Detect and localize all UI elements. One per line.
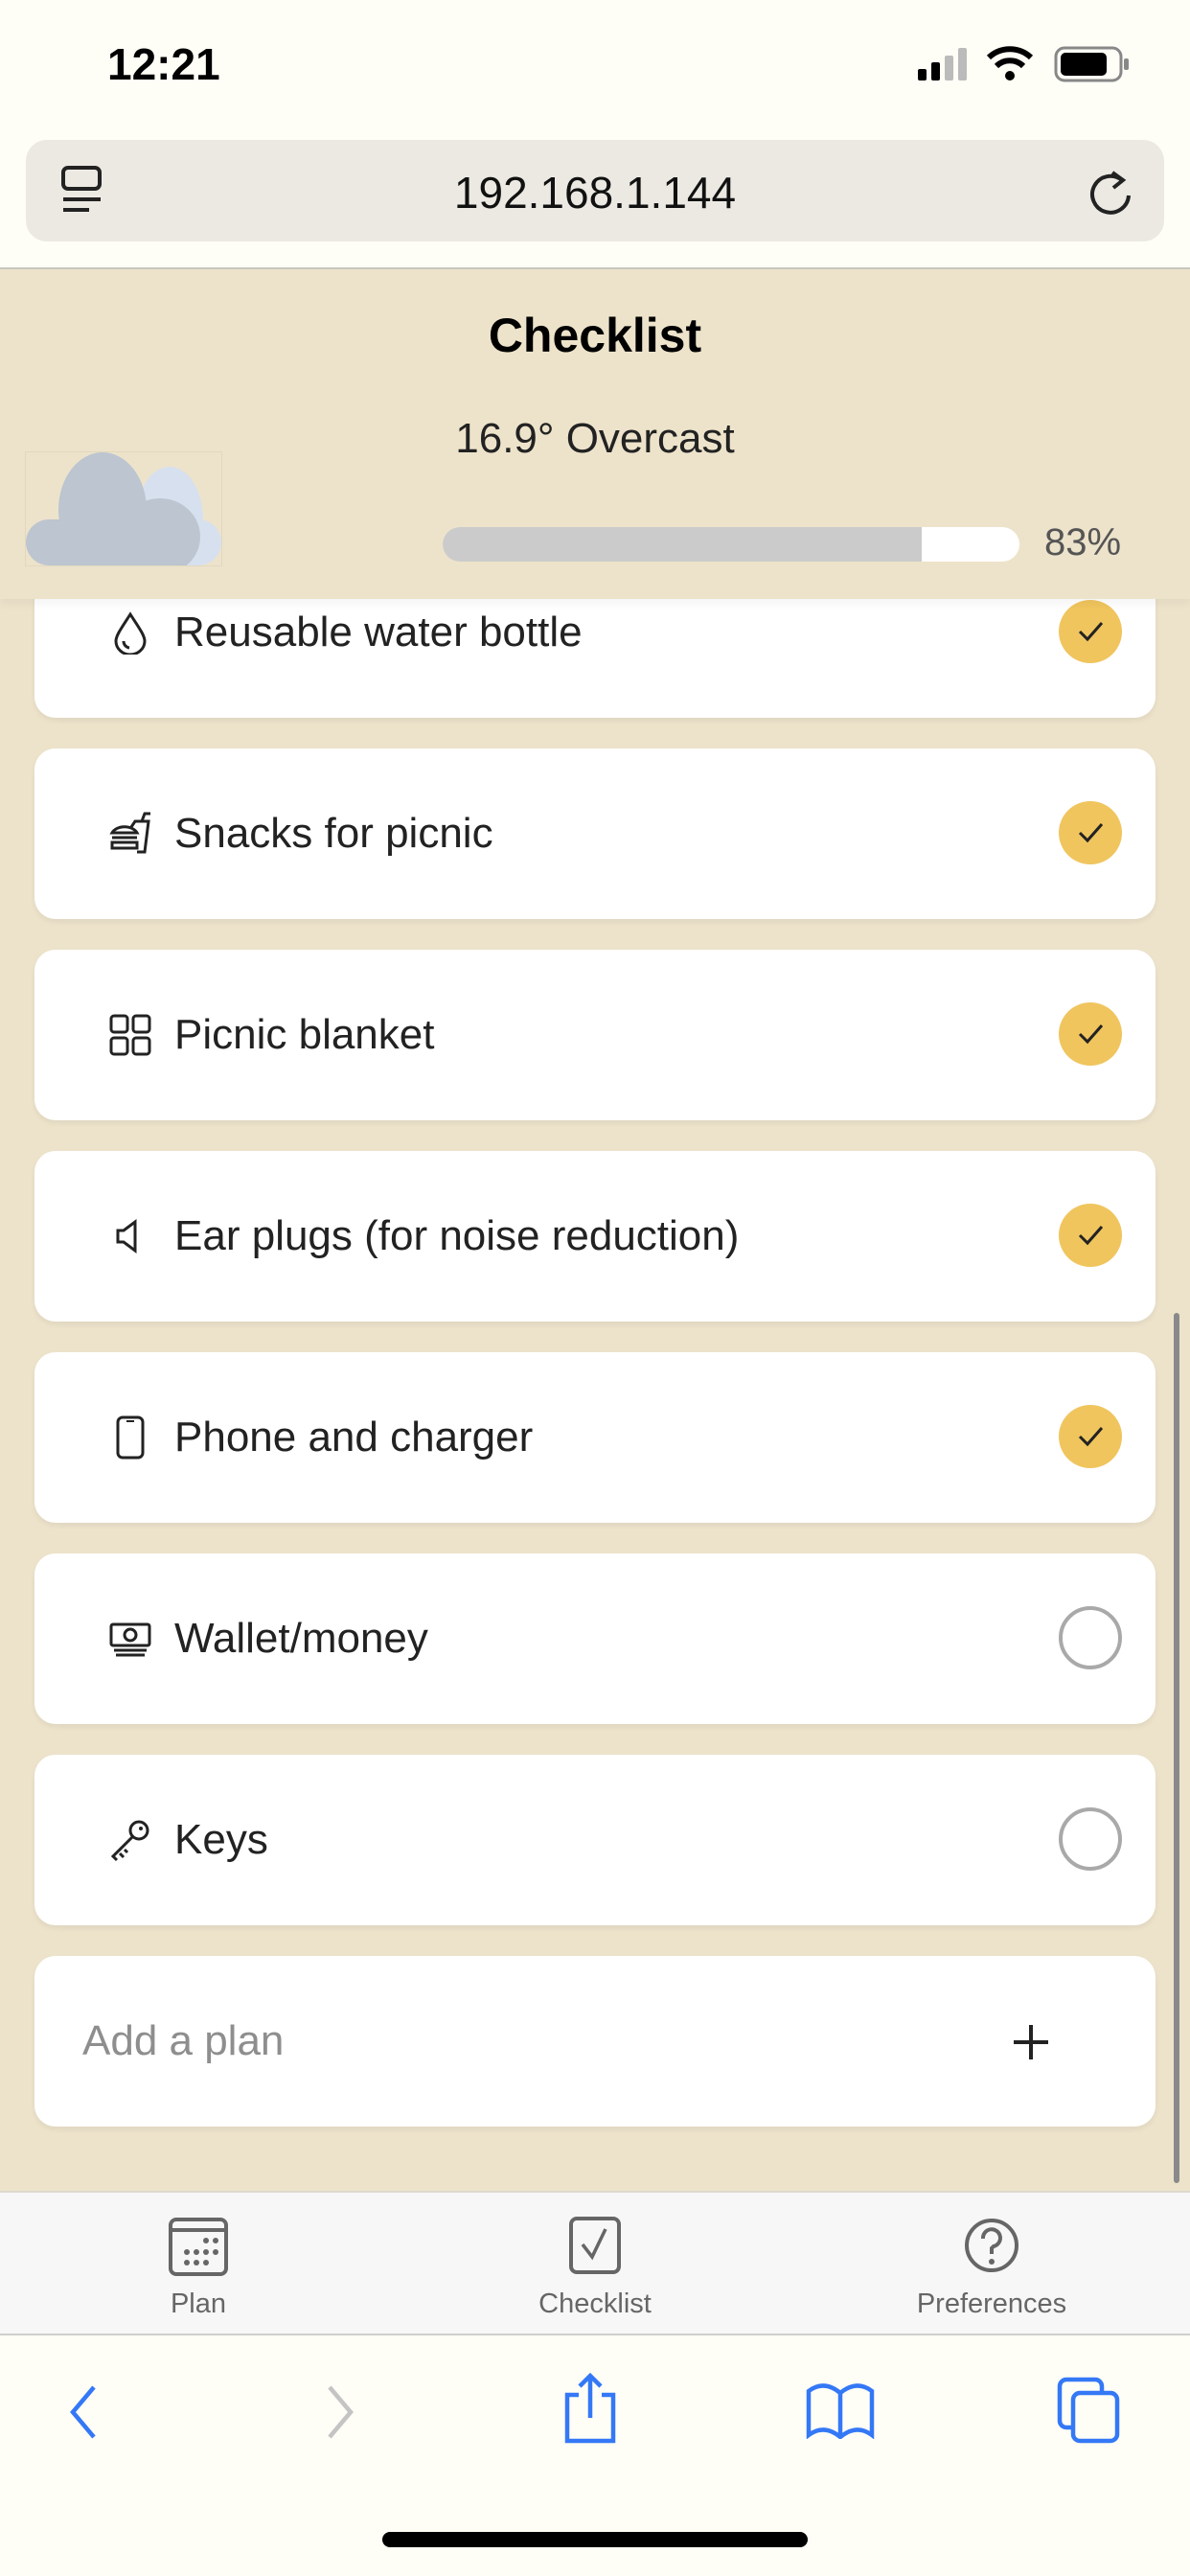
check-icon — [1078, 823, 1104, 843]
signal-icon — [918, 48, 967, 80]
item-checkbox[interactable] — [1059, 1807, 1122, 1871]
item-label: Ear plugs (for noise reduction) — [174, 1212, 740, 1259]
checklist-area: Reusable water bottle Snacks for picnic Pi… — [0, 547, 1190, 2191]
cloud-icon — [25, 451, 222, 575]
item-label: Snacks for picnic — [174, 810, 493, 857]
checklist-header: Checklist 16.9° Overcast 83% — [0, 269, 1190, 599]
page-title: Checklist — [488, 309, 702, 362]
checklist-item[interactable]: Snacks for picnic — [34, 748, 1156, 919]
water-drop-icon — [114, 611, 147, 655]
scrollbar[interactable] — [1174, 1313, 1179, 2183]
forward-icon[interactable] — [322, 2383, 360, 2441]
tab-plan-label: Plan — [170, 2288, 227, 2319]
checklist-item[interactable]: Keys — [34, 1755, 1156, 1925]
add-plan-input[interactable]: Add a plan — [82, 2017, 284, 2065]
item-label: Phone and charger — [174, 1414, 534, 1460]
checklist-item[interactable]: Picnic blanket — [34, 950, 1156, 1120]
item-label: Picnic blanket — [174, 1011, 435, 1058]
checklist-item[interactable]: Wallet/money — [34, 1553, 1156, 1724]
tab-preferences-label: Preferences — [916, 2288, 1067, 2319]
key-icon — [110, 1820, 149, 1862]
progress-bar — [443, 527, 1019, 562]
checklist-item[interactable]: Phone and charger — [34, 1352, 1156, 1523]
money-icon — [109, 1622, 151, 1657]
battery-icon — [1054, 46, 1129, 82]
checkbox-icon — [569, 2217, 621, 2274]
item-checkbox[interactable] — [1059, 1405, 1122, 1468]
plus-icon[interactable] — [1012, 2023, 1050, 2061]
home-indicator — [382, 2532, 808, 2547]
reload-icon[interactable] — [1087, 167, 1135, 218]
calendar-icon — [169, 2218, 228, 2276]
item-checkbox[interactable] — [1059, 1002, 1122, 1066]
tab-checklist[interactable]: Checklist — [451, 2193, 739, 2334]
wifi-icon — [987, 46, 1033, 80]
item-checkbox[interactable] — [1059, 801, 1122, 864]
progress-fill — [443, 527, 922, 562]
address-bar[interactable]: 192.168.1.144 — [26, 140, 1164, 242]
bookmarks-icon[interactable] — [805, 2381, 876, 2439]
bottom-tab-bar: Plan Checklist Preferences — [0, 2191, 1190, 2335]
back-icon[interactable] — [63, 2383, 102, 2441]
item-checkbox[interactable] — [1059, 1606, 1122, 1669]
check-icon — [1078, 1024, 1104, 1045]
tab-plan[interactable]: Plan — [55, 2193, 342, 2334]
progress-label: 83% — [1044, 521, 1122, 564]
checklist: Reusable water bottle Snacks for picnic Pi… — [0, 547, 1190, 1925]
check-icon — [1078, 622, 1104, 642]
status-time: 12:21 — [107, 39, 220, 89]
check-icon — [1078, 1226, 1104, 1246]
add-plan-row[interactable]: Add a plan — [34, 1956, 1156, 2127]
item-label: Keys — [174, 1816, 268, 1863]
phone-icon — [116, 1415, 145, 1460]
item-checkbox[interactable] — [1059, 1204, 1122, 1267]
tab-preferences[interactable]: Preferences — [848, 2193, 1135, 2334]
tab-checklist-label: Checklist — [538, 2288, 652, 2319]
help-icon — [965, 2219, 1018, 2272]
status-bar: 12:21 — [0, 0, 1190, 140]
share-icon[interactable] — [561, 2372, 619, 2445]
checklist-item[interactable]: Ear plugs (for noise reduction) — [34, 1151, 1156, 1322]
grid-icon — [109, 1014, 151, 1056]
item-label: Wallet/money — [174, 1615, 428, 1662]
browser-address-area: 192.168.1.144 — [0, 140, 1190, 269]
url-text[interactable]: 192.168.1.144 — [26, 167, 1164, 218]
check-icon — [1078, 1427, 1104, 1447]
tabs-icon[interactable] — [1056, 2376, 1123, 2445]
speaker-icon — [116, 1219, 137, 1254]
fast-food-icon — [109, 812, 150, 854]
safari-toolbar — [0, 2335, 1190, 2576]
item-checkbox[interactable] — [1059, 600, 1122, 663]
item-label: Reusable water bottle — [174, 609, 583, 656]
